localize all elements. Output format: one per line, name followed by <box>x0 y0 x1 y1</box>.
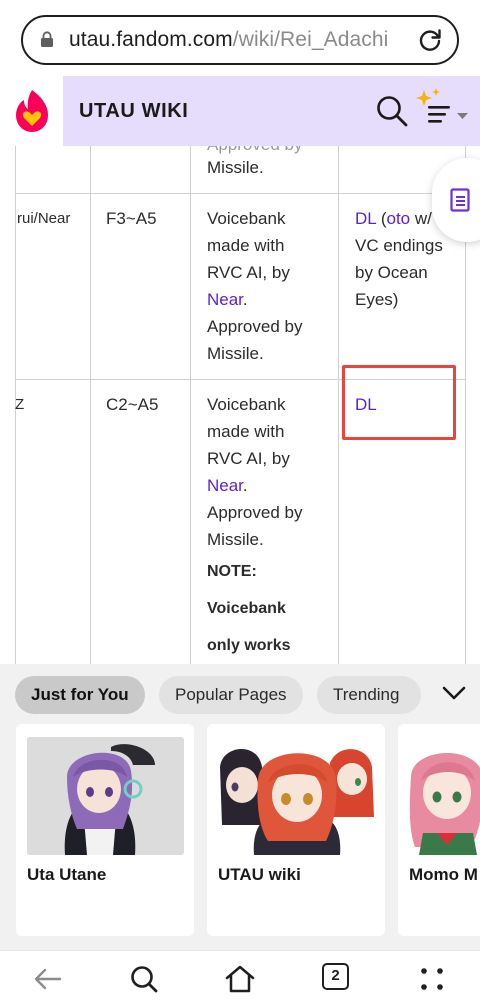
url-path: /wiki/Rei_Adachi <box>232 28 389 51</box>
card-title: Momo M <box>409 865 478 884</box>
download-text: by Ocean <box>355 263 428 282</box>
table-cell-name: rui/Near <box>17 210 71 227</box>
description-line: Approved by <box>207 503 303 522</box>
tabs-button[interactable]: 2 <box>322 963 354 995</box>
recommendations-panel: Just for You Popular Pages Trending Uta … <box>0 664 480 950</box>
home-icon[interactable] <box>224 963 256 995</box>
dl-link[interactable]: DL <box>355 209 376 228</box>
card-title: Uta Utane <box>27 865 107 884</box>
description-line: Missile. <box>207 344 264 363</box>
table-of-contents-button[interactable] <box>432 158 480 242</box>
character-image-icon <box>218 737 375 855</box>
browser-toolbar: utau.fandom.com/wiki/Rei_Adachi <box>0 0 480 76</box>
lock-icon <box>41 31 53 47</box>
recommendation-tabs: Just for You Popular Pages Trending <box>0 676 480 716</box>
toc-icon <box>450 188 470 212</box>
table-cell-range: C2~A5 <box>106 395 159 414</box>
note-text: only works <box>207 637 291 654</box>
note-text: Voicebank <box>207 600 286 617</box>
card-title: UTAU wiki <box>218 865 301 884</box>
back-arrow-icon[interactable] <box>32 963 64 995</box>
note-label: NOTE: <box>207 563 257 580</box>
table-cell-description: Voicebank made with RVC AI, by Near. App… <box>207 391 302 664</box>
description-line: Approved by <box>207 317 303 336</box>
paren: ( <box>376 209 387 228</box>
description-line: RVC AI, by <box>207 263 290 282</box>
menu-icon[interactable] <box>416 86 472 130</box>
download-text: Eyes) <box>355 290 399 309</box>
table-cell-name: Z <box>15 396 25 413</box>
table-border <box>15 193 466 194</box>
near-link[interactable]: Near <box>207 290 243 309</box>
near-link[interactable]: Near <box>207 476 243 495</box>
search-icon[interactable] <box>128 963 160 995</box>
table-border <box>338 146 339 664</box>
table-cell-description: Voicebank made with RVC AI, by Near. App… <box>207 205 302 367</box>
fandom-logo-icon <box>16 90 48 132</box>
recommendation-card[interactable]: UTAU wiki <box>207 724 385 936</box>
table-cell-download: DL (oto w/ VC endings by Ocean Eyes) <box>355 205 443 313</box>
description-line: Voicebank <box>207 209 286 228</box>
table-cell-range: F3~A5 <box>106 209 157 228</box>
character-image-icon <box>409 737 480 855</box>
tab-popular-pages[interactable]: Popular Pages <box>159 676 303 714</box>
highlight-box <box>342 365 456 440</box>
description-line: made with <box>207 236 285 255</box>
tab-just-for-you[interactable]: Just for You <box>15 676 145 714</box>
character-image-icon <box>27 737 184 855</box>
bottom-navigation: 2 <box>0 950 480 1003</box>
card-thumbnail <box>409 737 480 855</box>
tab-trending[interactable]: Trending <box>317 676 421 714</box>
address-bar[interactable]: utau.fandom.com/wiki/Rei_Adachi <box>21 15 459 65</box>
download-text: VC endings <box>355 236 443 255</box>
period: . <box>242 476 248 495</box>
search-icon[interactable] <box>375 94 409 128</box>
recommendation-card[interactable]: Momo M <box>398 724 480 936</box>
download-text: w/ <box>410 209 432 228</box>
period: . <box>242 290 248 309</box>
table-border <box>190 146 191 664</box>
more-options-icon[interactable] <box>416 963 448 995</box>
reload-icon[interactable] <box>417 27 443 53</box>
fandom-logo-button[interactable] <box>0 76 63 146</box>
wiki-header: UTAU WIKI <box>0 76 480 146</box>
tab-count: 2 <box>322 963 349 990</box>
table-border <box>90 146 91 664</box>
description-line: Voicebank <box>207 395 286 414</box>
description-line: made with <box>207 422 285 441</box>
oto-link[interactable]: oto <box>387 209 411 228</box>
description-line: Missile. <box>207 530 264 549</box>
wiki-title[interactable]: UTAU WIKI <box>79 100 188 123</box>
url-text[interactable]: utau.fandom.com/wiki/Rei_Adachi <box>69 28 388 52</box>
recommendation-card[interactable]: Uta Utane <box>16 724 194 936</box>
card-thumbnail <box>27 737 184 855</box>
url-host: utau.fandom.com <box>69 28 233 51</box>
description-line: RVC AI, by <box>207 449 290 468</box>
table-cell: Missile. <box>207 158 264 177</box>
chevron-down-icon[interactable] <box>441 684 467 702</box>
card-thumbnail <box>218 737 375 855</box>
